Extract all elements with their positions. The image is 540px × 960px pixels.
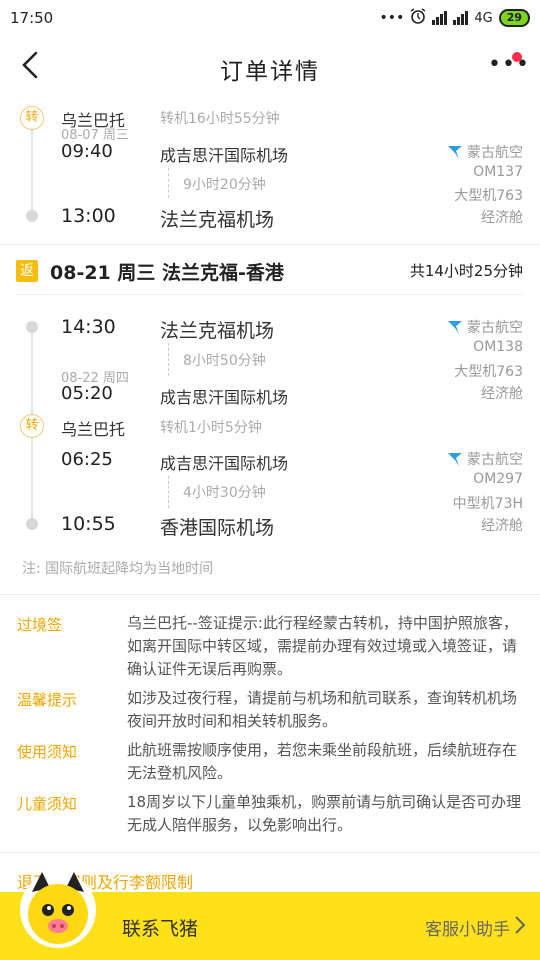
flight-duration: 4小时30分钟 [183, 485, 266, 501]
airline: 蒙古航空 [447, 142, 523, 162]
transfer-badge: 转 [20, 106, 44, 130]
status-bar: 17:50 ••• 4G 29 [0, 0, 540, 36]
cabin-class: 经济舱 [481, 518, 523, 534]
aircraft-type: 大型机763 [454, 364, 523, 380]
divider [17, 294, 523, 295]
notes-label-children: 儿童须知 [17, 795, 78, 813]
transfer-city: 乌兰巴托 [61, 420, 126, 439]
notes-text-usage: 此航班需按顺序使用，若您未乘坐前段航班，后续航班存在无法登机风险。 [127, 741, 518, 782]
arr-time: 10:55 [61, 513, 116, 535]
transfer-badge: 转 [20, 414, 44, 438]
arr-time: 13:00 [61, 205, 116, 227]
page-title: 订单详情 [220, 59, 320, 85]
timeline-dot [26, 321, 38, 333]
signal-icon-2 [453, 11, 469, 25]
airline-name: 蒙古航空 [467, 452, 523, 468]
flight-duration: 9小时20分钟 [183, 177, 266, 193]
return-badge: 返 [16, 260, 38, 282]
flight-duration: 8小时50分钟 [183, 353, 266, 369]
notes-text-tips: 如涉及过夜行程，请提前与机场和航司联系，查询转机机场夜间开放时间和相关转机服务。 [127, 689, 518, 730]
cabin-class: 经济舱 [481, 210, 523, 226]
airline-name: 蒙古航空 [467, 320, 523, 336]
duration-line [168, 168, 169, 198]
airline-logo-icon [448, 146, 462, 159]
notification-dot [512, 52, 522, 62]
notes-label-visa: 过境签 [17, 616, 63, 634]
return-total-duration: 共14小时25分钟 [409, 262, 523, 280]
nav-bar: 订单详情 ••• [0, 36, 540, 98]
status-icons: ••• 4G 29 [380, 8, 530, 28]
contact-fliggy-button[interactable]: 联系飞猪 [122, 914, 198, 941]
more-dots-icon: ••• [379, 10, 405, 26]
network-type: 4G [474, 10, 493, 26]
transfer-duration: 转机16小时55分钟 [160, 111, 280, 127]
arr-time: 05:20 [61, 383, 113, 404]
airline-logo-icon [448, 453, 462, 466]
airline-name: 蒙古航空 [467, 145, 523, 161]
timezone-note: 注: 国际航班起降均为当地时间 [22, 561, 214, 577]
airline: 蒙古航空 [447, 449, 523, 469]
dep-time: 14:30 [61, 316, 116, 338]
notes-label-usage: 使用须知 [17, 743, 78, 761]
timeline-dot [26, 210, 38, 222]
arr-airport: 香港国际机场 [160, 517, 275, 539]
dep-time: 09:40 [61, 141, 113, 162]
airline-logo-icon [448, 321, 462, 334]
flight-number: OM137 [473, 164, 523, 180]
notes-label-tips: 温馨提示 [17, 691, 78, 709]
dep-time: 06:25 [61, 449, 113, 470]
more-icon[interactable]: ••• [488, 52, 530, 77]
arr-airport: 法兰克福机场 [160, 209, 275, 231]
notes-text-visa: 乌兰巴托--签证提示:此行程经蒙古转机，持中国护照旅客，如离开国际中转区域，需提… [127, 614, 518, 678]
cabin-class: 经济舱 [481, 386, 523, 402]
aircraft-type: 中型机73H [452, 496, 523, 512]
flight-number: OM138 [473, 339, 523, 355]
divider [0, 244, 540, 245]
divider [0, 852, 540, 853]
battery-icon: 29 [498, 9, 530, 27]
notes-text-children: 18周岁以下儿童单独乘机，购票前请与航司确认是否可办理无成人陪伴服务，以免影响出… [127, 793, 522, 834]
signal-icon [432, 11, 448, 25]
transfer-duration: 转机1小时5分钟 [160, 420, 262, 436]
return-header: 返 08-21 周三 法兰克福-香港 共14小时25分钟 [0, 246, 540, 294]
dep-airport: 法兰克福机场 [160, 320, 275, 342]
dep-airport: 成吉思汗国际机场 [160, 146, 289, 165]
alarm-icon [410, 8, 426, 28]
arr-airport: 成吉思汗国际机场 [160, 388, 289, 407]
aircraft-type: 大型机763 [454, 188, 523, 204]
fliggy-mascot-icon[interactable] [14, 864, 102, 956]
duration-line [168, 476, 169, 508]
dep-airport: 成吉思汗国际机场 [160, 454, 289, 473]
duration-line [168, 343, 169, 376]
divider [0, 594, 540, 595]
return-title: 08-21 周三 法兰克福-香港 [50, 262, 284, 284]
customer-service-button[interactable]: 客服小助手 [425, 915, 510, 940]
airline: 蒙古航空 [447, 317, 523, 337]
flight-number: OM297 [473, 471, 523, 487]
status-time: 17:50 [10, 9, 54, 27]
timeline-dot [26, 518, 38, 530]
chevron-right-icon[interactable] [514, 914, 526, 940]
